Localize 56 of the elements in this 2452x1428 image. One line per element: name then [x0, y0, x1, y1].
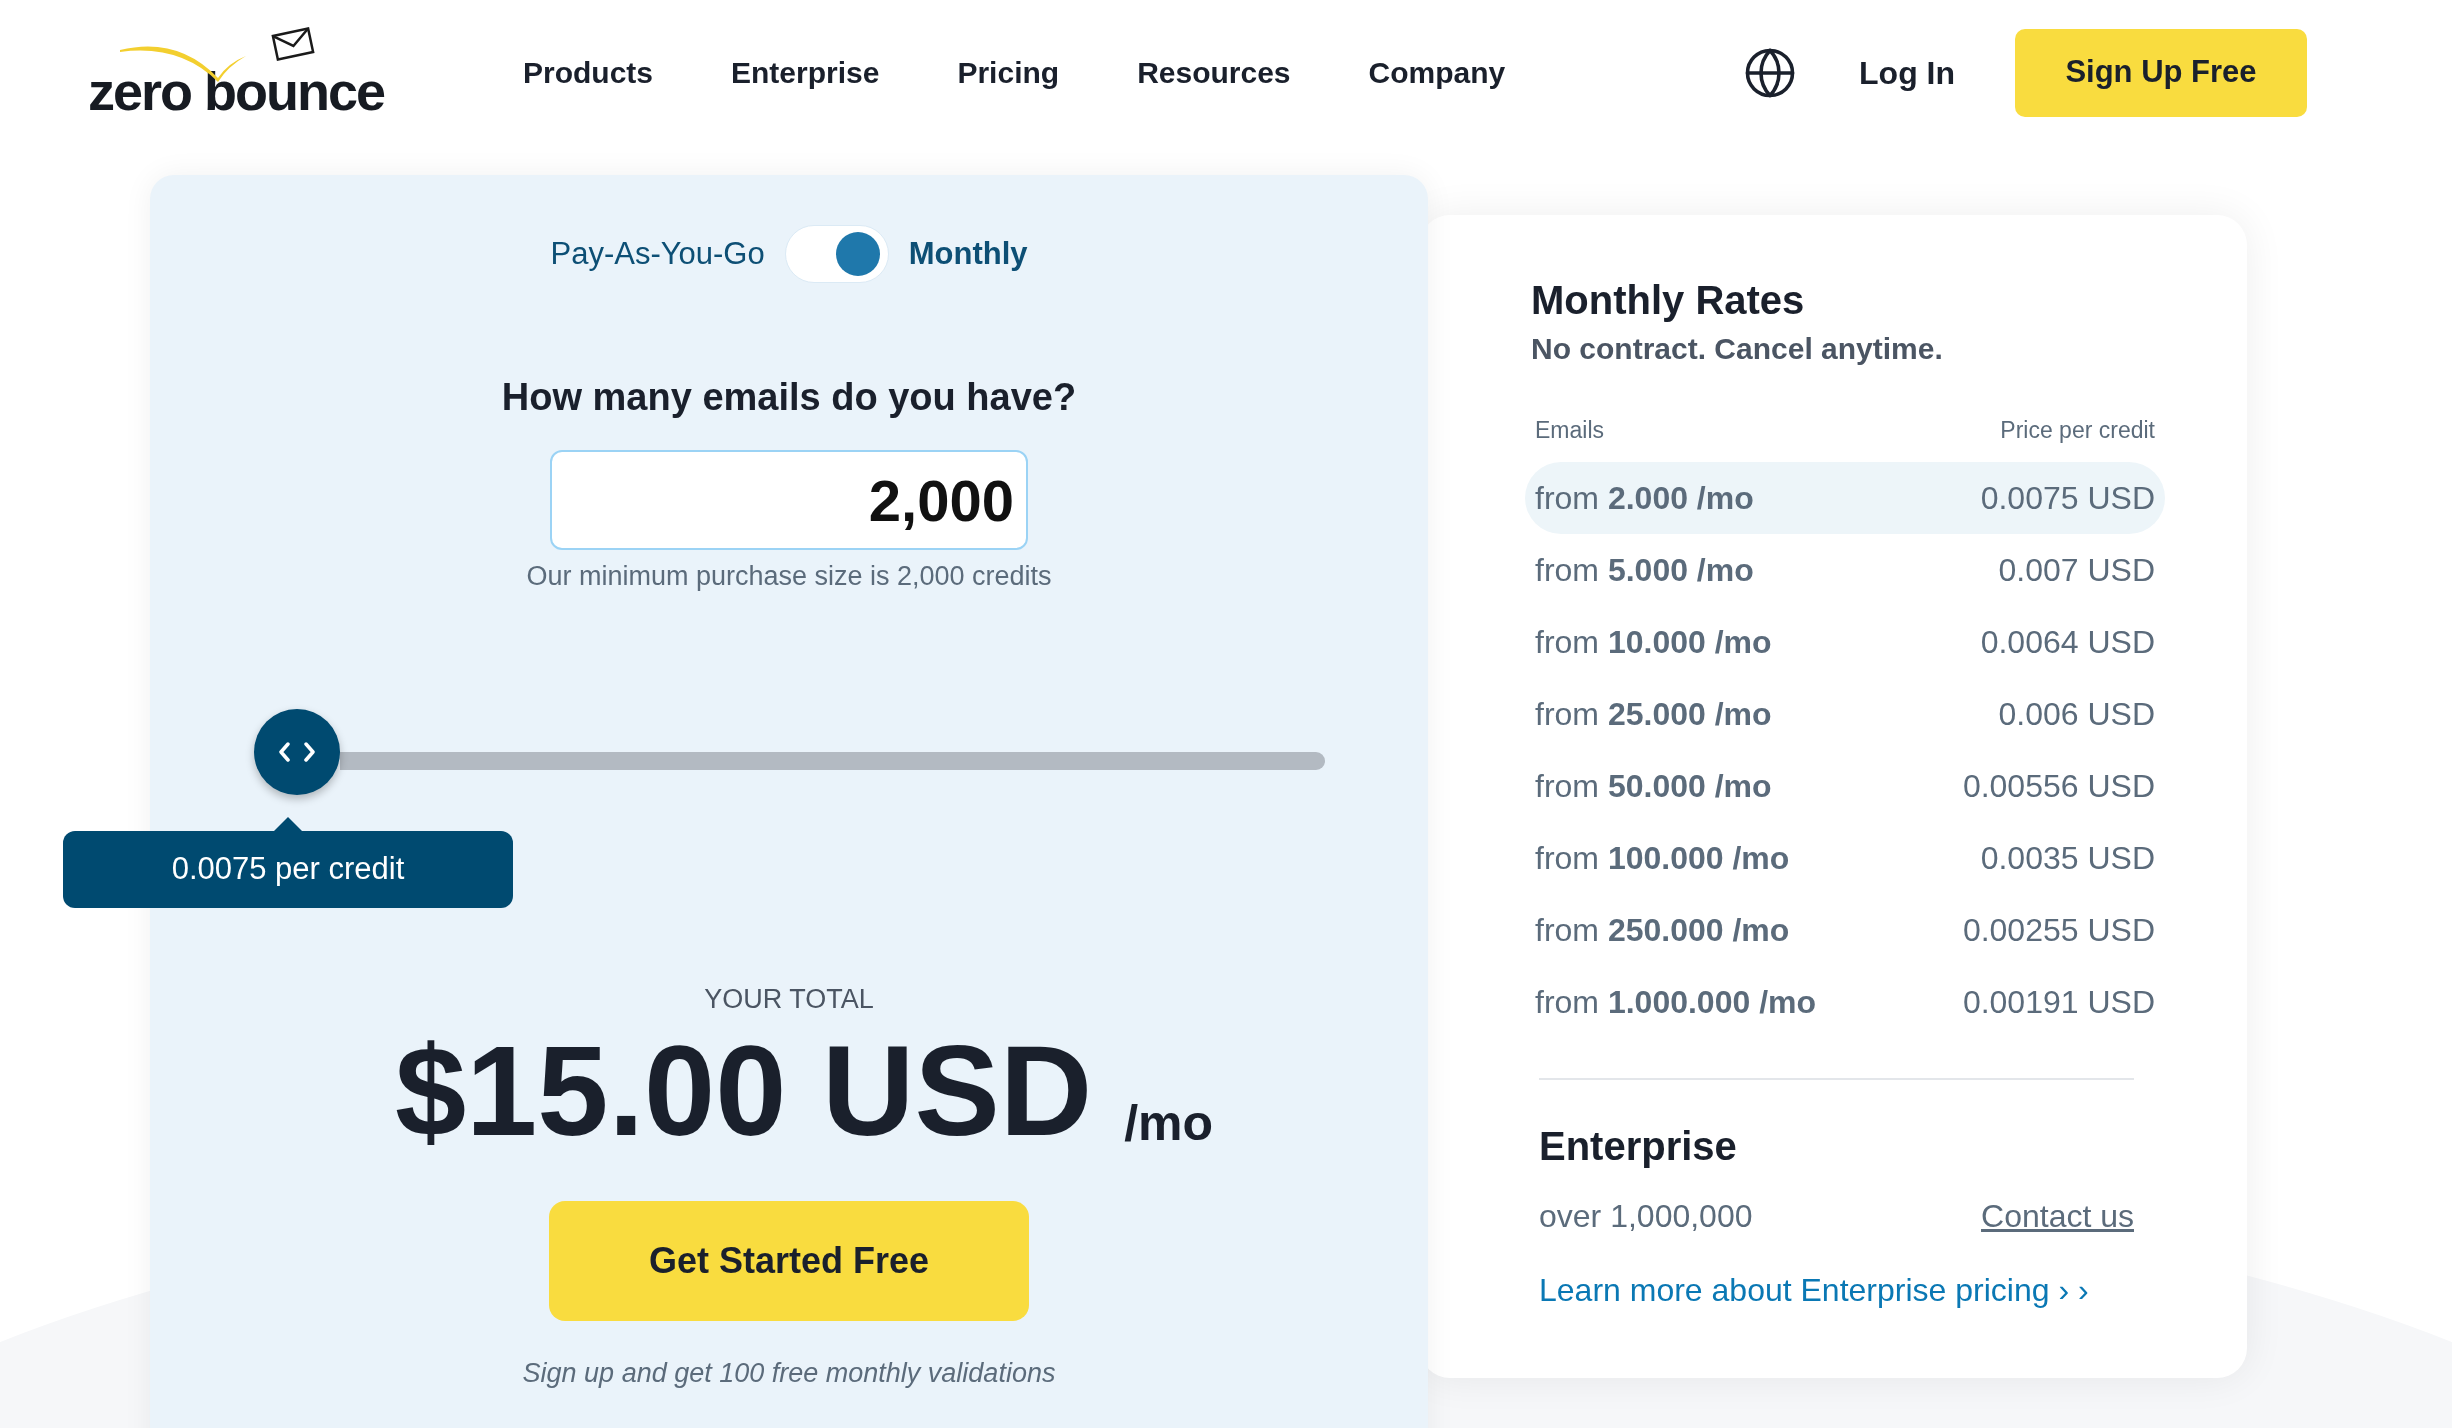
signup-button[interactable]: Sign Up Free — [2015, 28, 2307, 117]
price-label: 0.00556 USD — [1962, 766, 2155, 806]
price-label: 0.006 USD — [1998, 694, 2155, 734]
slider-track[interactable] — [340, 751, 1325, 770]
nav-link[interactable]: Company — [1368, 50, 1506, 95]
rate-row[interactable]: from 10.000 /mo 0.0064 USD — [1525, 605, 2165, 678]
emails-input[interactable]: 2,000 — [550, 450, 1028, 550]
nav-link[interactable]: Enterprise — [731, 50, 880, 95]
price-tooltip: 0.0075 per credit — [63, 816, 513, 908]
emails-label: from 25.000 /mo — [1535, 694, 1772, 734]
enterprise-pricing-link[interactable]: Learn more about Enterprise pricing › › — [1539, 1265, 2134, 1314]
question-heading: How many emails do you have? — [501, 375, 1077, 420]
price-label: 0.00255 USD — [1962, 910, 2155, 950]
price-label: 0.0075 USD — [1980, 478, 2155, 518]
logo-text: zero bounce — [88, 63, 385, 118]
signup-footnote: Sign up and get 100 free monthly validations — [522, 1357, 1056, 1390]
nav-link[interactable]: Pricing — [957, 50, 1060, 95]
emails-label: from 1.000.000 /mo — [1535, 982, 1817, 1022]
nav-link[interactable]: Resources — [1137, 50, 1291, 95]
minimum-note: Our minimum purchase size is 2,000 credits — [526, 560, 1052, 593]
rate-row[interactable]: from 1.000.000 /mo 0.00191 USD — [1525, 965, 2165, 1038]
emails-label: from 100.000 /mo — [1535, 838, 1790, 878]
login-link[interactable]: Log In — [1859, 48, 1955, 97]
rates-subtitle: No contract. Cancel anytime. — [1531, 331, 1944, 367]
arrows-icon — [278, 741, 316, 762]
get-started-button[interactable]: Get Started Free — [549, 1201, 1029, 1321]
price-label: 0.007 USD — [1998, 550, 2155, 590]
total-label: YOUR TOTAL — [704, 982, 874, 1016]
emails-label: from 10.000 /mo — [1535, 622, 1772, 662]
rate-row[interactable]: from 250.000 /mo 0.00255 USD — [1525, 893, 2165, 966]
contact-link[interactable]: Contact us — [1981, 1191, 2134, 1240]
column-header: Price per credit — [2000, 416, 2155, 445]
emails-label: from 5.000 /mo — [1535, 550, 1754, 590]
rate-row[interactable]: from 5.000 /mo 0.007 USD — [1525, 533, 2165, 606]
logo[interactable]: zero bounce — [88, 17, 408, 128]
envelope-icon — [271, 25, 315, 62]
price-label: 0.0035 USD — [1980, 838, 2155, 878]
column-header: Emails — [1535, 416, 1604, 445]
billing-option[interactable]: Pay-As-You-Go — [550, 230, 765, 278]
rate-row[interactable]: from 2.000 /mo 0.0075 USD — [1525, 461, 2165, 534]
emails-label: from 250.000 /mo — [1535, 910, 1790, 950]
emails-label: from 2.000 /mo — [1535, 478, 1754, 518]
enterprise-range: over 1,000,000 — [1539, 1196, 1753, 1236]
rates-title: Monthly Rates — [1531, 277, 1806, 324]
price-label: 0.0064 USD — [1980, 622, 2155, 662]
total-price: $15.00 USD — [394, 1027, 1093, 1155]
emails-label: from 50.000 /mo — [1535, 766, 1772, 806]
billing-option[interactable]: Monthly — [908, 230, 1028, 278]
period-label: /mo — [1124, 1094, 1214, 1153]
nav-link[interactable]: Products — [523, 50, 654, 95]
slider-thumb[interactable] — [254, 708, 340, 795]
rate-row[interactable]: from 50.000 /mo 0.00556 USD — [1525, 749, 2165, 822]
price-label: 0.00191 USD — [1962, 982, 2155, 1022]
enterprise-title: Enterprise — [1539, 1122, 1738, 1170]
rate-row[interactable]: from 100.000 /mo 0.0035 USD — [1525, 821, 2165, 894]
rate-row[interactable]: from 25.000 /mo 0.006 USD — [1525, 677, 2165, 750]
